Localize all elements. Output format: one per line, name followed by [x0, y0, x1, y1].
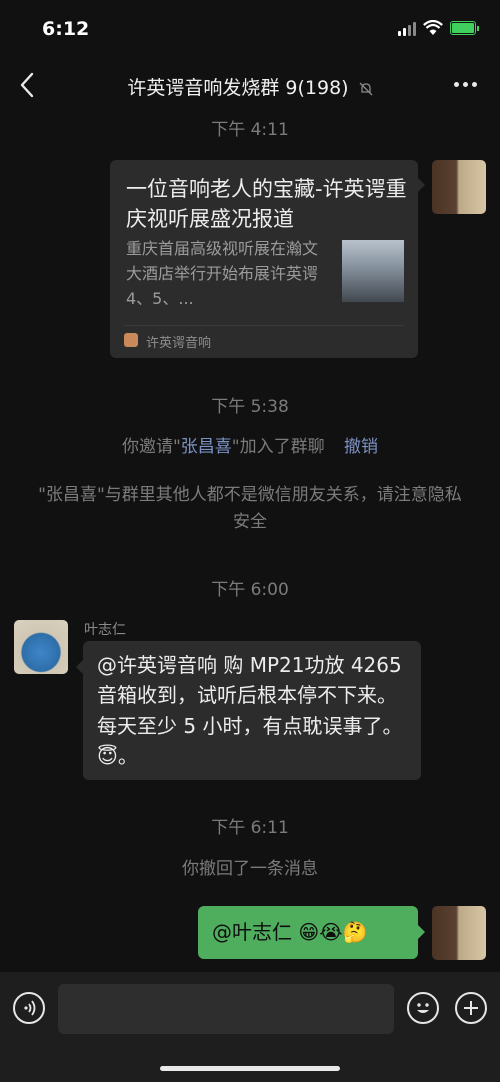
bubble-tail: [418, 178, 425, 192]
more-icon[interactable]: [454, 82, 478, 88]
link-card[interactable]: 一位音响老人的宝藏-许英谔重庆视听展盛况报道 重庆首届高级视听展在瀚文大酒店举行…: [110, 160, 418, 358]
timestamp: 下午 5:38: [211, 397, 289, 417]
battery-icon: [450, 21, 479, 35]
emoji-icon[interactable]: [407, 992, 439, 1024]
signal-icon: [398, 22, 416, 36]
invited-user-link[interactable]: 张昌喜: [181, 437, 232, 457]
invite-prefix: 你邀请": [121, 437, 181, 457]
timestamp: 下午 4:11: [211, 120, 289, 140]
divider: [124, 325, 404, 326]
message-input[interactable]: [58, 984, 394, 1034]
bubble-tail: [418, 925, 425, 939]
recall-notice: 你撤回了一条消息: [182, 859, 318, 879]
avatar-self[interactable]: [432, 160, 486, 214]
link-card-source: 许英谔音响: [146, 336, 212, 351]
chat-title: 许英谔音响发烧群 9(198): [0, 73, 500, 100]
voice-icon[interactable]: [13, 992, 45, 1024]
status-time: 6:12: [42, 18, 90, 40]
source-logo-icon: [124, 333, 138, 347]
chat-header: 许英谔音响发烧群 9(198): [0, 56, 500, 114]
system-invite-message: 你邀请"张昌喜"加入了群聊 撤销: [0, 434, 500, 461]
timestamp: 下午 6:00: [211, 580, 289, 600]
message-bubble[interactable]: @许英谔音响 购 MP21功放 4265 音箱收到，试听后根本停不下来。每天至少…: [83, 641, 421, 780]
wifi-icon: [423, 20, 443, 35]
link-card-thumbnail: [342, 240, 404, 302]
home-indicator: [160, 1066, 340, 1071]
timestamp: 下午 6:11: [211, 818, 289, 838]
sender-name: 叶志仁: [84, 622, 126, 638]
privacy-notice: "张昌喜"与群里其他人都不是微信朋友关系，请注意隐私安全: [38, 485, 462, 533]
avatar-ye-zhiren[interactable]: [14, 620, 68, 674]
status-bar: 6:12: [0, 0, 500, 56]
link-card-title: 一位音响老人的宝藏-许英谔重庆视听展盛况报道: [126, 177, 407, 232]
plus-icon[interactable]: [455, 992, 487, 1024]
invite-suffix: "加入了群聊: [231, 437, 325, 457]
avatar-self[interactable]: [432, 906, 486, 960]
bubble-tail: [76, 660, 83, 674]
undo-invite-link[interactable]: 撤销: [344, 437, 378, 457]
link-card-description: 重庆首届高级视听展在瀚文大酒店举行开始布展许英谔 4、5、...: [126, 239, 319, 308]
message-bubble-self[interactable]: @叶志仁 😁😭🤔: [198, 906, 418, 959]
chat-title-text: 许英谔音响发烧群 9(198): [127, 77, 349, 99]
mute-bell-icon: [359, 82, 373, 95]
